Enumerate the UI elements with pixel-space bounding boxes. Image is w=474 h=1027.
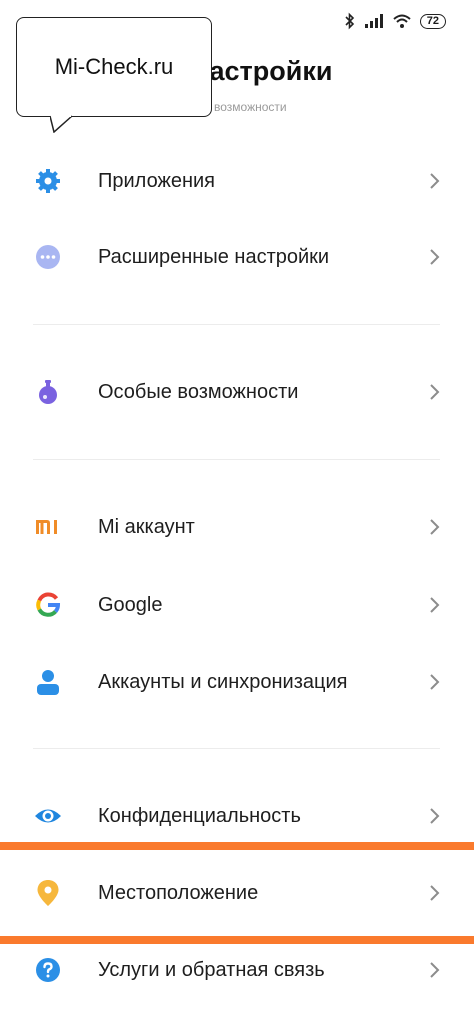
chevron-right-icon <box>430 384 440 400</box>
more-dots-icon <box>36 245 60 269</box>
menu-item-label: Приложения <box>98 169 216 192</box>
eye-icon <box>35 809 61 823</box>
menu-item-services-feedback[interactable]: Услуги и обратная связь <box>0 935 474 1005</box>
section-divider <box>33 324 440 325</box>
menu-item-label: Конфиденциальность <box>98 804 301 827</box>
highlight-line-top <box>0 842 474 850</box>
chevron-right-icon <box>430 597 440 613</box>
section-divider <box>33 459 440 460</box>
menu-item-apps[interactable]: Приложения <box>0 146 474 216</box>
menu-item-label: Mi аккаунт <box>98 515 195 538</box>
watermark-text: Mi-Check.ru <box>54 54 174 79</box>
location-pin-icon <box>37 880 59 906</box>
menu-item-label: Аккаунты и синхронизация <box>98 670 348 693</box>
status-bar: 72 <box>344 10 446 32</box>
bluetooth-icon <box>345 12 354 30</box>
chevron-right-icon <box>430 885 440 901</box>
menu-item-accessibility[interactable]: Особые возможности <box>0 357 474 427</box>
callout-tail <box>50 115 73 133</box>
gear-icon <box>36 169 60 193</box>
menu-item-advanced-settings[interactable]: Расширенные настройки <box>0 222 474 292</box>
chevron-right-icon <box>430 173 440 189</box>
menu-item-label: Местоположение <box>98 881 259 904</box>
battery-indicator: 72 <box>419 13 446 29</box>
chevron-right-icon <box>430 674 440 690</box>
section-divider <box>33 748 440 749</box>
menu-item-privacy[interactable]: Конфиденциальность <box>0 781 474 851</box>
chevron-right-icon <box>430 519 440 535</box>
google-g-icon <box>36 592 61 617</box>
menu-item-google[interactable]: Google <box>0 570 474 640</box>
flask-icon <box>39 380 57 404</box>
chevron-right-icon <box>430 808 440 824</box>
wifi-icon <box>393 14 411 28</box>
menu-item-label: Расширенные настройки <box>98 245 330 268</box>
signal-icon <box>364 14 383 28</box>
watermark-callout: Mi-Check.ru <box>16 17 212 117</box>
menu-item-label: Услуги и обратная связь <box>98 958 325 981</box>
menu-item-accounts-sync[interactable]: Аккаунты и синхронизация <box>0 647 474 717</box>
help-icon <box>36 958 60 982</box>
menu-item-location[interactable]: Местоположение <box>0 858 474 928</box>
menu-item-label: Google <box>98 593 163 616</box>
person-icon <box>37 670 59 695</box>
chevron-right-icon <box>430 249 440 265</box>
chevron-right-icon <box>430 962 440 978</box>
mi-logo-icon <box>36 520 57 534</box>
menu-item-mi-account[interactable]: Mi аккаунт <box>0 492 474 562</box>
menu-item-label: Особые возможности <box>98 380 299 403</box>
